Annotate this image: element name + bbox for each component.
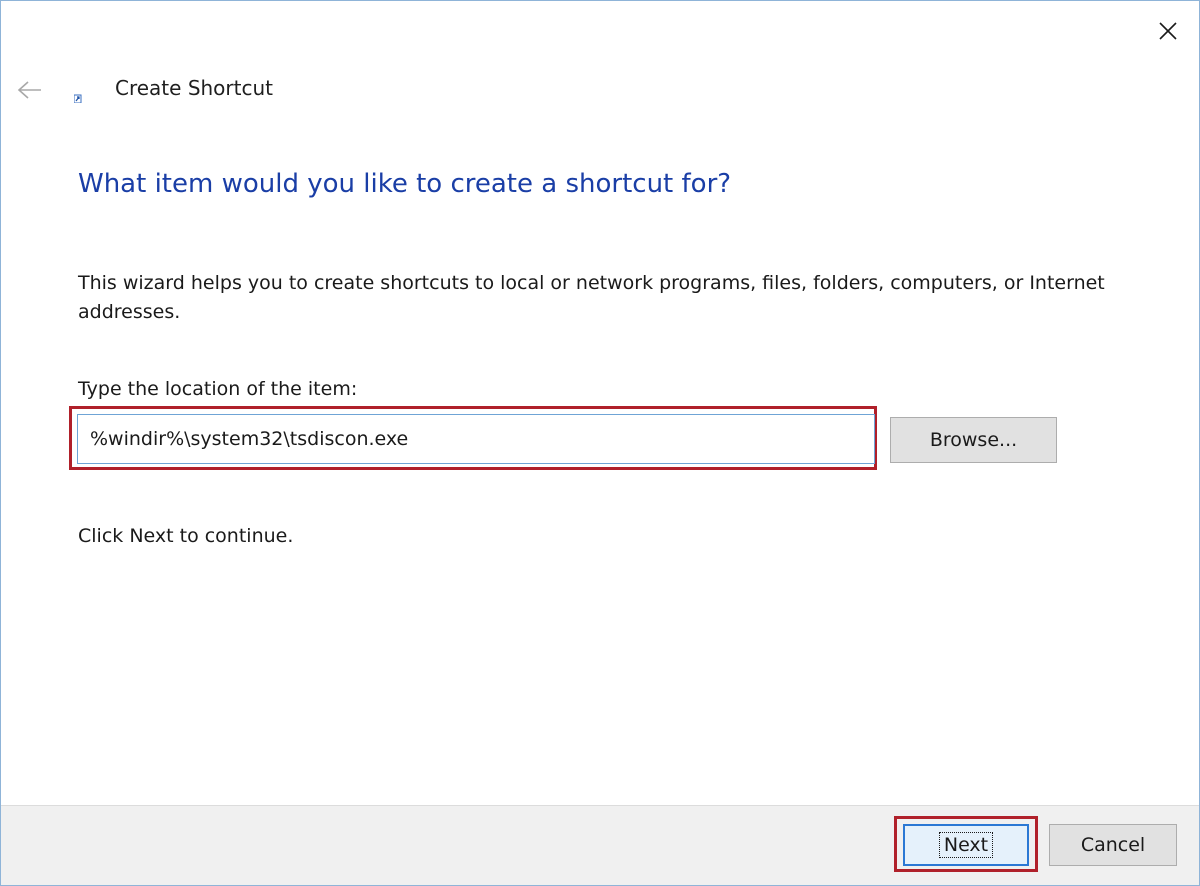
location-label: Type the location of the item: (78, 378, 358, 400)
create-shortcut-window: Create Shortcut What item would you like… (0, 0, 1200, 886)
window-title: Create Shortcut (115, 76, 273, 100)
location-input[interactable] (77, 414, 875, 464)
browse-button[interactable]: Browse... (890, 417, 1057, 463)
next-button[interactable]: Next (903, 824, 1029, 866)
close-icon (1159, 22, 1177, 40)
wizard-description: This wizard helps you to create shortcut… (78, 272, 1105, 323)
close-button[interactable] (1141, 9, 1195, 53)
shortcut-icon (74, 94, 82, 103)
back-arrow-icon (17, 81, 41, 99)
page-heading: What item would you like to create a sho… (78, 169, 732, 199)
continue-instruction: Click Next to continue. (78, 525, 294, 547)
cancel-button[interactable]: Cancel (1049, 824, 1177, 866)
next-button-label: Next (938, 832, 994, 858)
back-button[interactable] (13, 73, 47, 107)
